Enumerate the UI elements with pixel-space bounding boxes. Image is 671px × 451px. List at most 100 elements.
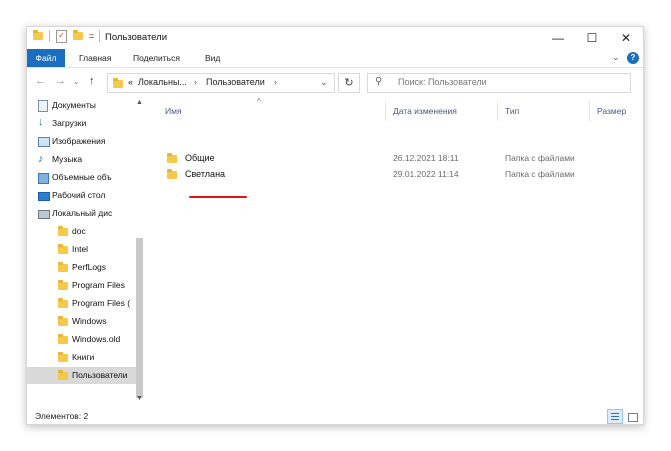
maximize-button[interactable]: ☐ (575, 27, 609, 49)
file-row-svetlana[interactable]: Светлана 29.01.2022 11:14 Папка с файлам… (159, 167, 629, 183)
help-icon[interactable]: ? (627, 52, 639, 64)
nav-item-program-files[interactable]: Program Files (27, 277, 139, 294)
breadcrumb-separator[interactable]: › (274, 77, 277, 87)
nav-label: Intel (72, 244, 89, 254)
folder-icon (33, 30, 43, 40)
tab-share[interactable]: Поделиться (133, 49, 180, 67)
address-row: ← → ⌄ ↑ « Локальны... › Пользователи › ⌄… (27, 68, 643, 96)
nav-item-local-disk[interactable]: Локальный дис (27, 205, 139, 222)
refresh-button[interactable]: ↻ (338, 73, 360, 93)
file-type: Папка с файлами (505, 169, 575, 179)
tab-file[interactable]: Файл (27, 49, 65, 67)
folder-icon (167, 169, 177, 179)
music-icon: ♪ (38, 153, 44, 165)
breadcrumb-separator[interactable]: › (194, 77, 197, 87)
nav-item-doc[interactable]: doc (27, 223, 139, 240)
nav-label: Program Files ( (72, 298, 131, 308)
nav-label: Program Files (72, 280, 125, 290)
folder-icon (58, 352, 68, 362)
documents-icon (38, 100, 48, 112)
column-separator[interactable] (589, 101, 590, 121)
nav-item-perflogs[interactable]: PerfLogs (27, 259, 139, 276)
nav-label: Пользователи (72, 370, 128, 380)
nav-label: Документы (52, 100, 96, 110)
title-bar: ✓ = Пользователи — ☐ ✕ (27, 27, 643, 49)
breadcrumb-users[interactable]: Пользователи (206, 77, 265, 87)
nav-label: PerfLogs (72, 262, 107, 272)
column-header-type[interactable]: Тип (505, 97, 519, 125)
nav-label: Музыка (52, 154, 83, 164)
nav-label: Локальный дис (52, 208, 113, 218)
folder-icon (167, 153, 177, 163)
nav-item-music[interactable]: ♪ Музыка (27, 151, 139, 168)
minimize-button[interactable]: — (541, 27, 575, 49)
folder-icon (58, 334, 68, 344)
scroll-thumb[interactable] (136, 238, 143, 398)
nav-item-windows[interactable]: Windows (27, 313, 139, 330)
search-input[interactable]: Поиск: Пользователи (398, 77, 487, 87)
details-view-button[interactable] (607, 409, 623, 424)
file-date: 26.12.2021 18:11 (393, 153, 459, 163)
status-bar: Элементов: 2 (27, 407, 643, 424)
tab-home[interactable]: Главная (79, 49, 111, 67)
recent-locations-icon[interactable]: ⌄ (73, 77, 80, 86)
file-list: Имя ^ Дата изменения Тип Размер Общие 26… (149, 96, 643, 407)
scroll-down-icon[interactable]: ▼ (135, 395, 144, 402)
nav-item-desktop[interactable]: Рабочий стол (27, 187, 139, 204)
folder-icon (58, 370, 68, 380)
navigation-pane: Документы ↓ Загрузки Изображения ♪ Музык… (27, 97, 147, 407)
column-header-name[interactable]: Имя (165, 97, 182, 125)
nav-item-users[interactable]: Пользователи (27, 367, 139, 384)
tab-view[interactable]: Вид (205, 49, 220, 67)
file-row-obshchie[interactable]: Общие 26.12.2021 18:11 Папка с файлами (159, 151, 629, 167)
file-date: 29.01.2022 11:14 (393, 169, 459, 179)
new-folder-icon[interactable] (73, 30, 83, 40)
pictures-icon (38, 137, 50, 147)
sort-indicator-icon: ^ (257, 96, 261, 106)
nav-item-3d-objects[interactable]: Объемные объ (27, 169, 139, 186)
nav-label: Загрузки (52, 118, 87, 128)
item-count: Элементов: 2 (35, 411, 89, 421)
nav-item-downloads[interactable]: ↓ Загрузки (27, 115, 139, 132)
scroll-up-icon[interactable]: ▲ (135, 99, 144, 106)
nav-label: Объемные объ (52, 172, 112, 182)
file-name: Общие (185, 153, 215, 163)
column-separator[interactable] (385, 101, 386, 121)
nav-label: Рабочий стол (52, 190, 106, 200)
search-icon: ⚲ (375, 76, 383, 87)
nav-label: Windows.old (72, 334, 121, 344)
nav-item-pictures[interactable]: Изображения (27, 133, 139, 150)
address-bar[interactable]: « Локальны... › Пользователи › ⌄ (107, 73, 335, 93)
search-box[interactable]: ⚲ Поиск: Пользователи (367, 73, 631, 93)
folder-icon (58, 316, 68, 326)
file-name: Светлана (185, 169, 226, 179)
nav-scrollbar[interactable]: ▲ ▼ (135, 97, 144, 407)
breadcrumb-local-disk[interactable]: Локальны... (138, 77, 187, 87)
qat-dropdown-icon[interactable]: = (89, 31, 94, 41)
back-button[interactable]: ← (35, 75, 46, 87)
close-button[interactable]: ✕ (609, 27, 643, 49)
properties-icon[interactable]: ✓ (56, 30, 67, 43)
folder-icon (113, 78, 123, 88)
nav-item-books[interactable]: Книги (27, 349, 139, 366)
folder-icon (58, 244, 68, 254)
nav-item-program-files-x86[interactable]: Program Files ( (27, 295, 139, 312)
column-separator[interactable] (497, 101, 498, 121)
breadcrumb-overflow[interactable]: « (128, 77, 133, 87)
up-button[interactable]: ↑ (89, 75, 95, 87)
ribbon-expand-icon[interactable]: ⌄ (612, 52, 620, 63)
window-title: Пользователи (105, 32, 168, 43)
column-header-size[interactable]: Размер (597, 97, 626, 125)
nav-item-documents[interactable]: Документы (27, 97, 139, 114)
address-dropdown-icon[interactable]: ⌄ (320, 77, 328, 88)
nav-item-windows-old[interactable]: Windows.old (27, 331, 139, 348)
desktop-icon (38, 192, 50, 201)
folder-icon (58, 298, 68, 308)
folder-icon (58, 280, 68, 290)
drive-icon (38, 210, 50, 219)
column-header-date[interactable]: Дата изменения (393, 97, 457, 125)
nav-item-intel[interactable]: Intel (27, 241, 139, 258)
forward-button[interactable]: → (55, 75, 66, 87)
large-icons-view-button[interactable] (624, 409, 640, 424)
3d-objects-icon (38, 173, 49, 184)
